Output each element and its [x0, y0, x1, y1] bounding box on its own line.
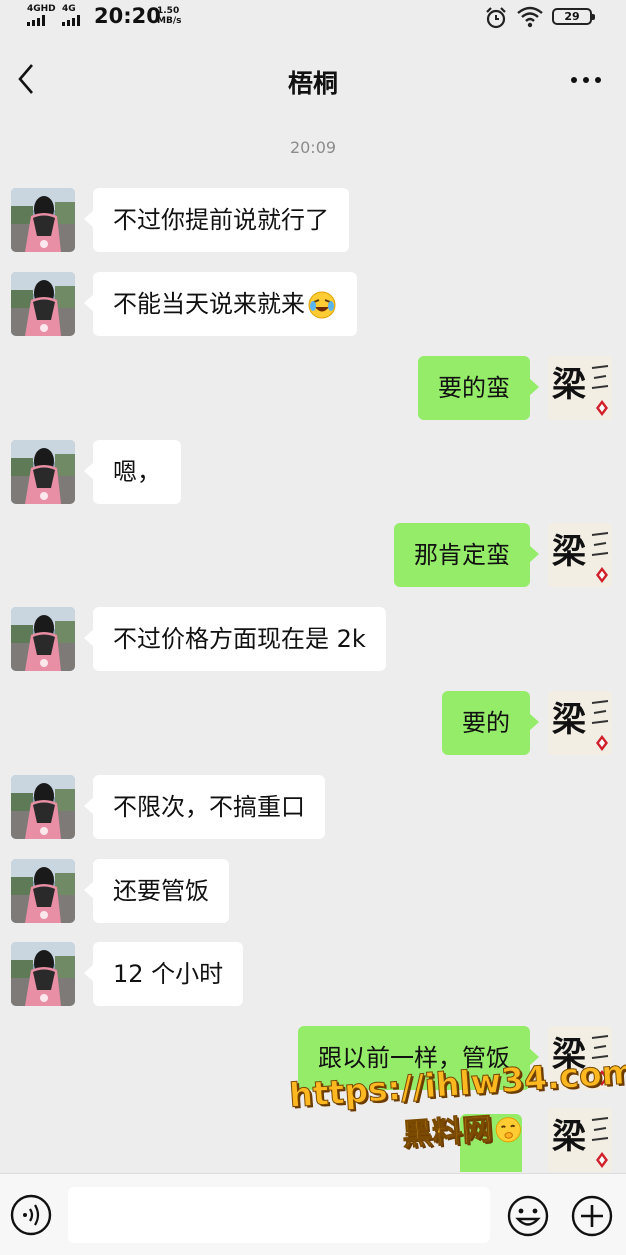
signal-icon-sim2: 4G: [62, 4, 80, 26]
received-message-bubble[interactable]: 不限次，不搞重口: [84, 775, 325, 839]
user-avatar[interactable]: [548, 1026, 612, 1090]
contact-avatar[interactable]: [11, 440, 75, 504]
contact-avatar[interactable]: [11, 188, 75, 252]
wifi-icon: [517, 6, 543, 28]
sent-message-bubble[interactable]: 跟以前一样，管饭: [298, 1026, 539, 1090]
more-options-icon[interactable]: [568, 66, 604, 94]
chat-input-bar: [0, 1173, 626, 1255]
message-timestamp: 20:09: [289, 138, 337, 157]
contact-avatar[interactable]: [11, 607, 75, 671]
received-message-bubble[interactable]: 12 个小时: [83, 942, 244, 1006]
status-time: 20:20: [94, 4, 161, 28]
contact-avatar[interactable]: [11, 272, 75, 336]
message-row: 不过价格方面现在是 2k: [0, 607, 626, 671]
received-message-bubble[interactable]: 嗯，: [84, 440, 181, 504]
message-row: 不能当天说来就来: [0, 272, 626, 336]
message-row-partial: [0, 1108, 626, 1172]
chat-header: 梧桐: [0, 36, 626, 124]
contact-avatar[interactable]: [11, 942, 75, 1006]
message-row: 不限次，不搞重口: [0, 775, 626, 839]
message-row: 要的: [0, 691, 626, 755]
user-avatar[interactable]: [548, 691, 612, 755]
signal-icon-sim1: 4GHD: [27, 4, 56, 26]
laughing-tears-emoji-icon: [308, 291, 336, 319]
more-functions-plus-icon[interactable]: [570, 1194, 614, 1238]
message-row: 还要管饭: [0, 859, 626, 923]
message-row: 跟以前一样，管饭: [0, 1026, 626, 1090]
sent-message-bubble[interactable]: 那肯定蛮: [394, 523, 539, 587]
message-row: 不过你提前说就行了: [0, 188, 626, 252]
message-row: 嗯，: [0, 440, 626, 504]
received-message-bubble[interactable]: 不能当天说来就来: [84, 272, 357, 336]
emoji-picker-icon[interactable]: [506, 1194, 550, 1238]
contact-avatar[interactable]: [11, 859, 75, 923]
network-speed: 1.50 MB/s: [157, 6, 182, 26]
sent-message-bubble-partial[interactable]: [460, 1114, 522, 1172]
user-avatar[interactable]: [548, 356, 612, 420]
status-bar: 4GHD 4G 20:20 1.50 MB/s 29: [0, 0, 626, 36]
chat-title: 梧桐: [287, 69, 338, 98]
message-row: 那肯定蛮: [0, 523, 626, 587]
user-avatar[interactable]: [548, 1108, 612, 1172]
sent-message-bubble[interactable]: 要的: [442, 691, 539, 755]
message-input[interactable]: [68, 1187, 490, 1243]
voice-input-icon[interactable]: [10, 1194, 52, 1236]
received-message-bubble[interactable]: 还要管饭: [84, 859, 229, 923]
battery-icon: 29: [552, 8, 595, 25]
sent-message-bubble[interactable]: 要的蛮: [418, 356, 539, 420]
message-row: 要的蛮: [0, 356, 626, 420]
received-message-bubble[interactable]: 不过你提前说就行了: [84, 188, 349, 252]
contact-avatar[interactable]: [11, 775, 75, 839]
alarm-icon: [486, 7, 506, 29]
message-row: 12 个小时: [0, 942, 626, 1006]
user-avatar[interactable]: [548, 523, 612, 587]
received-message-bubble[interactable]: 不过价格方面现在是 2k: [84, 607, 386, 671]
